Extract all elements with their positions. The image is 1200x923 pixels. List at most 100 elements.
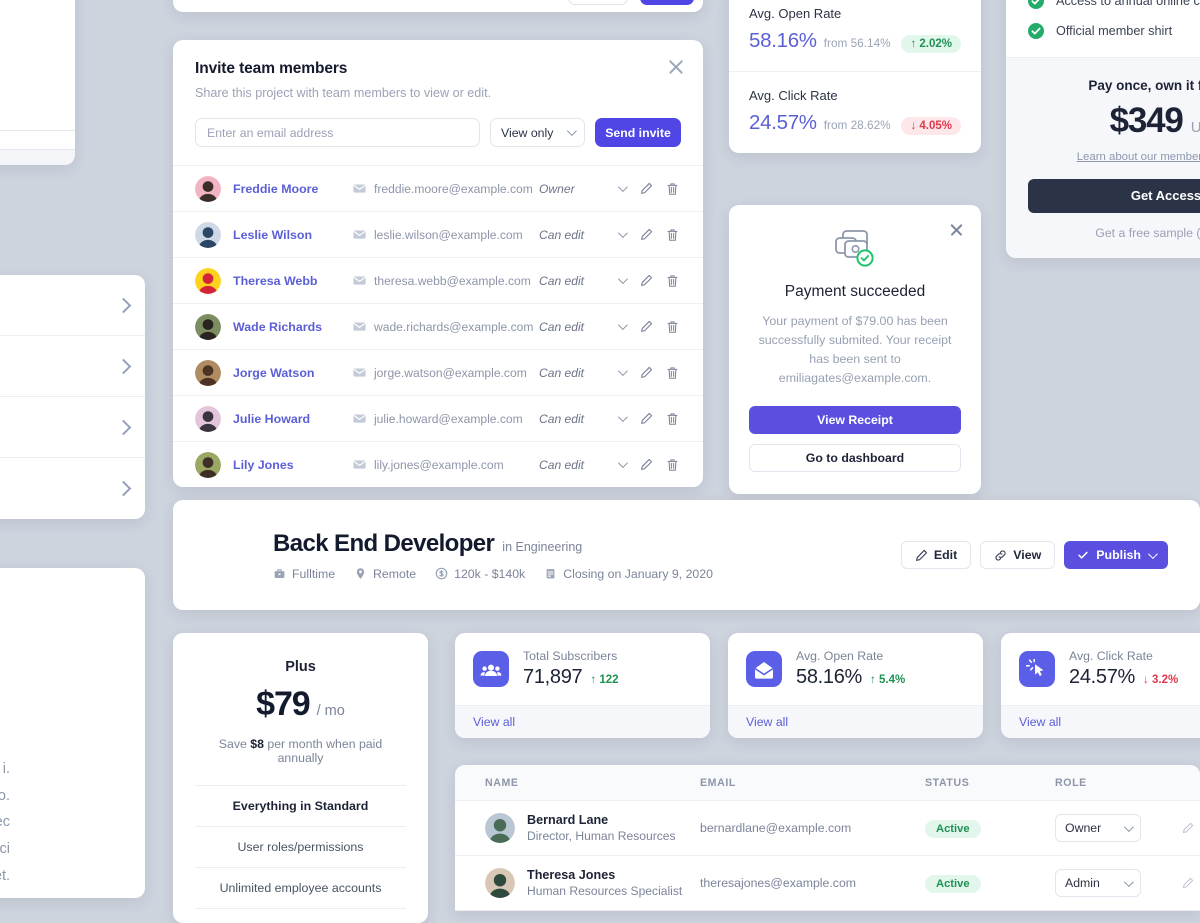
avatar [195, 313, 221, 340]
plan-savings-note: Save $8 per month when paid annually [195, 737, 406, 765]
job-department: in Engineering [502, 539, 583, 554]
close-icon[interactable] [667, 58, 685, 76]
mail-icon [353, 276, 366, 285]
list-item[interactable] [0, 275, 145, 336]
send-invite-button[interactable]: Send invite [595, 118, 681, 147]
avatar-image [195, 451, 221, 478]
free-sample-row[interactable]: Get a free sample (20MB) [1028, 226, 1200, 240]
delete-member-button[interactable] [659, 458, 685, 472]
edit-member-button[interactable] [633, 182, 659, 195]
role-dropdown-toggle[interactable] [609, 320, 633, 331]
edit-member-button[interactable] [633, 228, 659, 241]
view-all-link[interactable]: View all [473, 715, 515, 729]
delete-member-button[interactable] [659, 274, 685, 288]
membership-body: Learn from like-minded individuals who a… [1006, 0, 1200, 57]
permission-dropdown[interactable]: View only [490, 118, 585, 147]
list-item[interactable] [0, 397, 145, 458]
edit-member-button[interactable] [633, 320, 659, 333]
pencil-icon [1182, 877, 1194, 889]
avatar-image [195, 221, 221, 248]
plan-feature: User roles/permissions [195, 826, 406, 867]
edit-member-button[interactable] [633, 412, 659, 425]
trash-icon [667, 412, 677, 425]
get-access-button[interactable]: Get Access [1028, 178, 1200, 213]
calendar-icon [546, 569, 555, 579]
member-name[interactable]: Theresa Webb [233, 274, 353, 288]
link-icon [995, 549, 1006, 561]
member-name[interactable]: Wade Richards [233, 320, 353, 334]
table-row: Bernard Lane Director, Human Resources ber… [455, 801, 1200, 856]
view-receipt-button[interactable]: View Receipt [749, 406, 961, 434]
role-dropdown-toggle[interactable] [609, 228, 633, 239]
member-email: theresa.webb@example.com [374, 273, 531, 288]
member-row: Jorge Watson jorge.watson@example.com Can … [173, 349, 703, 395]
list-item[interactable] [0, 336, 145, 397]
payment-succeeded-dialog: Payment succeeded Your payment of $79.00… [729, 205, 981, 494]
mini-stat-delta: ↑ 5.4% [870, 674, 906, 686]
view-button[interactable]: View [980, 541, 1056, 569]
stat-block: Avg. Open Rate 58.16% from 56.14% ↑ 2.02% [729, 0, 981, 72]
partial-primary-button[interactable] [640, 0, 694, 5]
stat-previous: from 28.62% [823, 118, 891, 132]
edit-button[interactable]: Edit [900, 541, 972, 569]
divider [0, 130, 75, 131]
member-name[interactable]: Jorge Watson [233, 366, 353, 380]
close-icon[interactable] [949, 222, 964, 237]
delete-member-button[interactable] [659, 412, 685, 426]
role-dropdown-toggle[interactable] [609, 366, 633, 377]
edit-row-button[interactable] [1182, 822, 1194, 834]
edit-member-button[interactable] [633, 458, 659, 471]
mini-stat-delta: ↓ 3.2% [1143, 674, 1179, 686]
stat-icon-tile [1019, 651, 1055, 687]
role-dropdown-toggle[interactable] [609, 458, 633, 469]
person-role-title: Director, Human Resources [527, 829, 676, 843]
member-name[interactable]: Lily Jones [233, 458, 353, 472]
partial-input[interactable] [568, 0, 628, 5]
role-dropdown-toggle[interactable] [609, 182, 633, 193]
free-sample-label: Get a free sample [1095, 225, 1193, 240]
delete-member-button[interactable] [659, 228, 685, 242]
delete-member-button[interactable] [659, 182, 685, 196]
stat-icon-tile [473, 651, 509, 687]
stat-block: Avg. Click Rate 24.57% from 28.62% ↓ 4.05% [729, 72, 981, 153]
member-name[interactable]: Julie Howard [233, 412, 353, 426]
delete-member-button[interactable] [659, 366, 685, 380]
stat-label: Avg. Click Rate [749, 88, 838, 103]
mini-stat-label: Total Subscribers [523, 649, 618, 663]
edit-member-button[interactable] [633, 274, 659, 287]
membership-policy-link[interactable]: Learn about our membership policy [1028, 151, 1200, 163]
email-input[interactable] [195, 118, 480, 147]
view-all-link[interactable]: View all [746, 715, 788, 729]
check-circle-icon [1028, 22, 1044, 39]
stat-value: 24.57% [749, 111, 817, 134]
role-value: Admin [1065, 876, 1100, 890]
role-dropdown-toggle[interactable] [609, 412, 633, 423]
publish-button[interactable]: Publish [1064, 541, 1168, 569]
view-all-link[interactable]: View all [1019, 715, 1061, 729]
member-row: Freddie Moore freddie.moore@example.com Ow… [173, 165, 703, 211]
page-title: Back End Developer [273, 529, 495, 557]
chevron-right-icon [115, 480, 132, 497]
member-name[interactable]: Leslie Wilson [233, 228, 353, 242]
delete-member-button[interactable] [659, 320, 685, 334]
list-item[interactable] [0, 458, 145, 519]
pay-once-tagline: Pay once, own it forever [1088, 77, 1200, 93]
go-to-dashboard-button[interactable]: Go to dashboard [749, 444, 961, 472]
stat-label: Avg. Open Rate [749, 6, 842, 21]
mini-stat-value: 58.16% [796, 666, 863, 688]
edit-member-button[interactable] [633, 366, 659, 379]
role-dropdown[interactable]: Owner [1055, 814, 1141, 842]
partial-top-card [173, 0, 703, 12]
person-role-title: Human Resources Specialist [527, 884, 683, 898]
chevron-down-icon [1123, 821, 1134, 832]
role-dropdown-toggle[interactable] [609, 274, 633, 285]
job-header-bar: Back End Developer in Engineering Fullti… [173, 500, 1200, 610]
stat-previous: from 56.14% [823, 36, 891, 50]
member-row: Lily Jones lily.jones@example.com Can edit [173, 441, 703, 487]
pencil-icon [640, 182, 652, 194]
edit-row-button[interactable] [1182, 877, 1194, 889]
member-row: Leslie Wilson leslie.wilson@example.com Ca… [173, 211, 703, 257]
role-dropdown[interactable]: Admin [1055, 869, 1141, 897]
member-name[interactable]: Freddie Moore [233, 182, 353, 196]
stat-value: 58.16% [749, 29, 817, 52]
